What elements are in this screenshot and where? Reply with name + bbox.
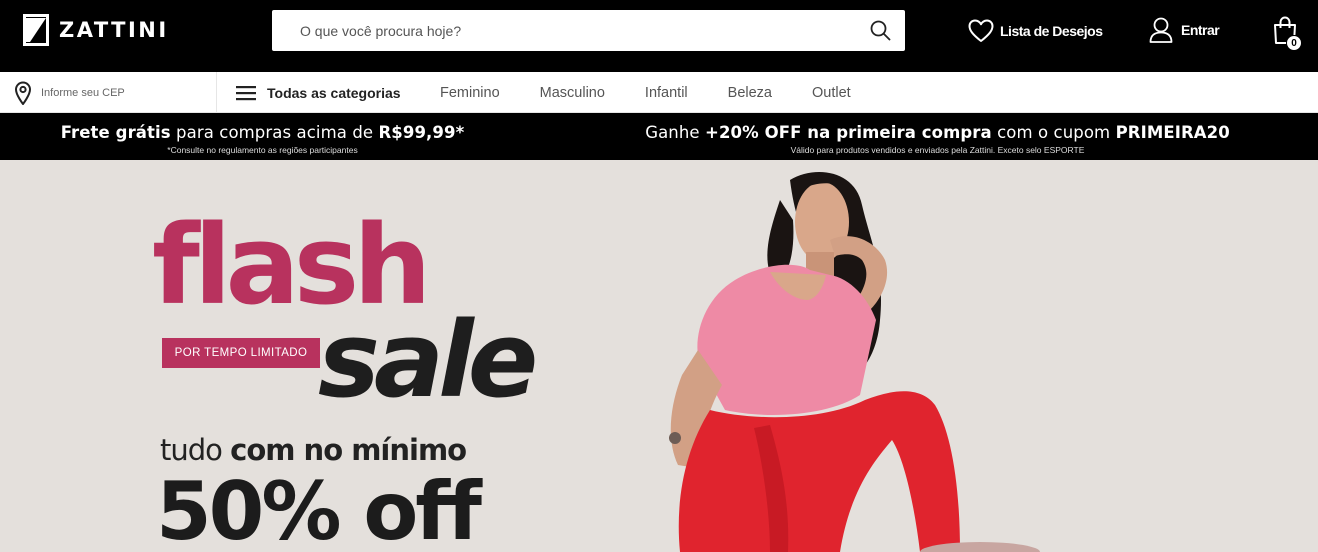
nav-link-infantil[interactable]: Infantil — [645, 85, 688, 101]
nav-link-feminino[interactable]: Feminino — [440, 85, 500, 101]
user-icon — [1149, 17, 1173, 43]
location-pin-icon — [14, 80, 32, 105]
tudo-subheadline: tudo com no mínimo — [160, 433, 467, 467]
nav-links: Feminino Masculino Infantil Beleza Outle… — [440, 72, 891, 113]
wishlist-link[interactable]: Lista de Desejos — [968, 18, 1103, 44]
nav-link-outlet[interactable]: Outlet — [812, 85, 851, 101]
coupon-lead: Ganhe — [645, 123, 706, 142]
heart-icon — [968, 19, 994, 42]
sale-headline: sale — [318, 299, 538, 421]
tudo-text: tudo — [160, 433, 231, 467]
login-label: Entrar — [1181, 22, 1220, 38]
search-input[interactable] — [272, 10, 862, 51]
free-shipping-middle: para compras acima de — [170, 123, 379, 142]
free-shipping-note: *Consulte no regulamento as regiões part… — [167, 145, 358, 155]
all-categories-menu[interactable]: Todas as categorias — [236, 72, 401, 113]
category-nav: Informe seu CEP Todas as categorias Femi… — [0, 72, 1318, 113]
hamburger-menu-icon — [236, 85, 256, 100]
free-shipping-amount: R$99,99* — [378, 123, 465, 142]
coupon-note: Válido para produtos vendidos e enviados… — [790, 145, 1085, 155]
limited-time-tag: POR TEMPO LIMITADO — [162, 338, 320, 368]
nav-link-masculino[interactable]: Masculino — [540, 85, 605, 101]
cart-count-badge: 0 — [1286, 35, 1302, 51]
coupon-text: Ganhe +20% OFF na primeira compra com o … — [600, 123, 1275, 142]
free-shipping-promo[interactable]: Frete grátis para compras acima de R$99,… — [0, 113, 525, 155]
model-photo — [669, 172, 1040, 552]
top-header: ZATTINI Lista de Desejos Entrar 0 — [0, 0, 1318, 72]
wishlist-label: Lista de Desejos — [1000, 23, 1103, 39]
coupon-code: PRIMEIRA20 — [1115, 123, 1230, 142]
brand-name: ZATTINI — [59, 18, 169, 42]
free-shipping-text: Frete grátis para compras acima de R$99,… — [0, 123, 525, 142]
search-icon[interactable] — [870, 20, 891, 41]
all-categories-label: Todas as categorias — [267, 84, 401, 101]
free-shipping-bold: Frete grátis — [60, 123, 171, 142]
promo-strip: Frete grátis para compras acima de R$99,… — [0, 113, 1318, 160]
discount-headline: 50% off — [156, 465, 482, 552]
flash-sale-banner[interactable]: flash sale POR TEMPO LIMITADO tudo com n… — [0, 160, 1318, 552]
zattini-logo[interactable]: ZATTINI — [23, 14, 169, 46]
cep-placeholder: Informe seu CEP — [41, 86, 125, 99]
search-bar — [272, 10, 905, 51]
first-purchase-promo[interactable]: Ganhe +20% OFF na primeira compra com o … — [600, 113, 1275, 155]
zattini-logo-icon — [23, 14, 49, 46]
login-link[interactable]: Entrar — [1149, 16, 1220, 44]
coupon-discount: +20% OFF na primeira compra — [705, 123, 992, 142]
nav-link-beleza[interactable]: Beleza — [728, 85, 772, 101]
cart-button[interactable]: 0 — [1273, 16, 1305, 51]
cep-selector[interactable]: Informe seu CEP — [0, 72, 217, 113]
tudo-bold: com no mínimo — [230, 433, 467, 467]
coupon-middle: com o cupom — [991, 123, 1116, 142]
